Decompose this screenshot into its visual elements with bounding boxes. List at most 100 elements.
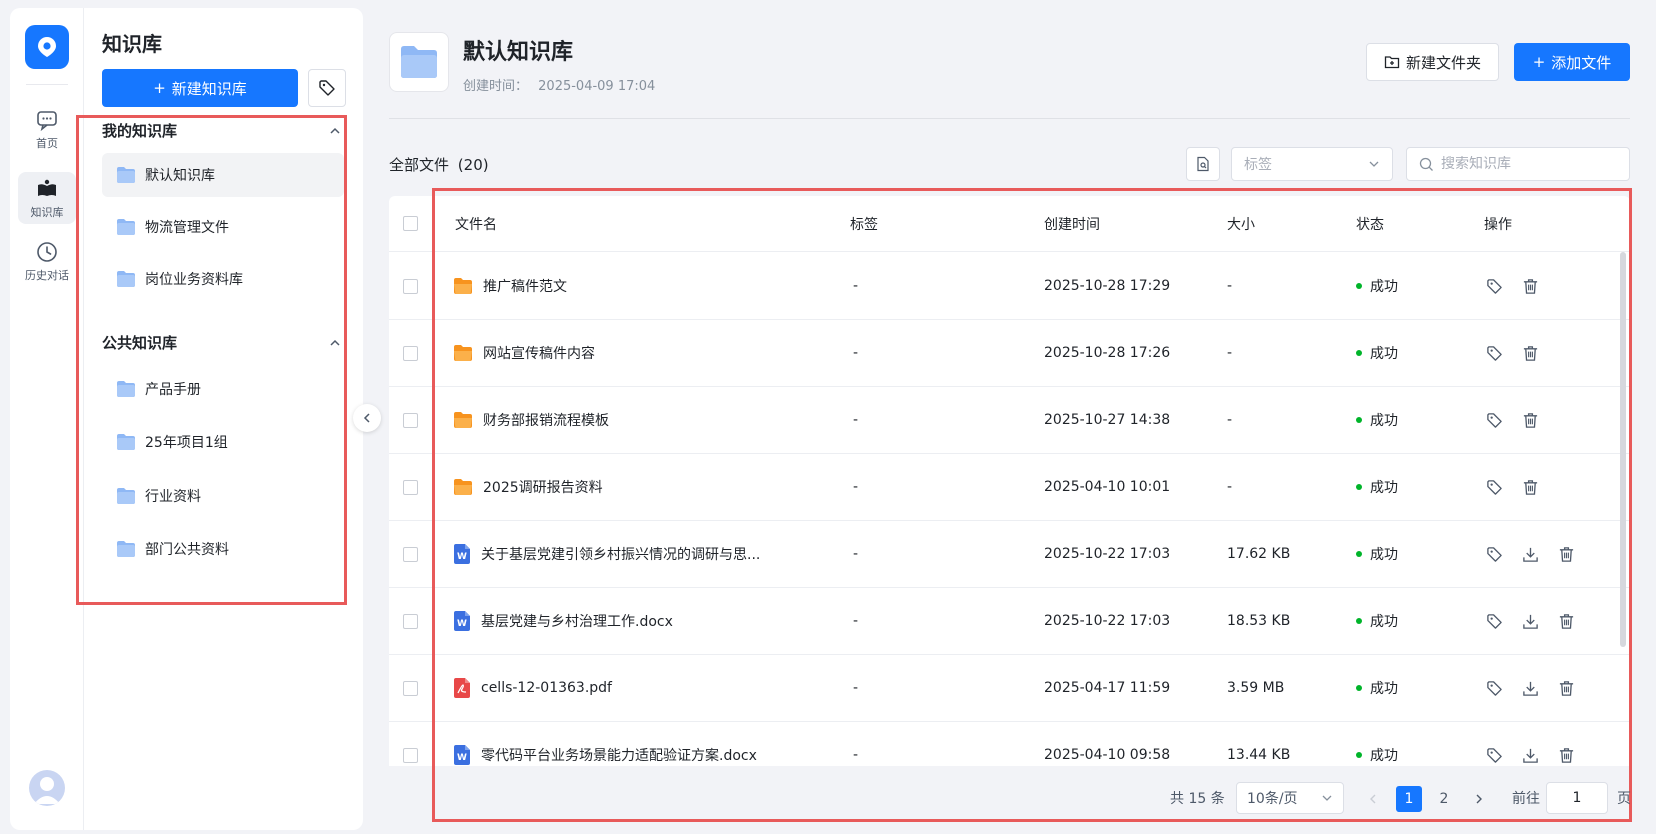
rail-divider — [26, 84, 68, 85]
search-box[interactable] — [1406, 147, 1630, 181]
user-avatar[interactable] — [29, 770, 65, 806]
tag-manage-button[interactable] — [308, 69, 346, 107]
tag-select-placeholder: 标签 — [1244, 157, 1272, 173]
nav-item-home[interactable]: 首页 — [18, 103, 76, 155]
avatar-icon — [34, 777, 60, 804]
kb-item-default[interactable]: 默认知识库 — [102, 153, 344, 197]
kb-item-label: 岗位业务资料库 — [145, 272, 243, 288]
folder-icon — [117, 271, 135, 287]
goto-page-input[interactable] — [1546, 782, 1608, 814]
new-knowledge-base-label: 新建知识库 — [171, 79, 247, 98]
add-file-button[interactable]: + 添加文件 — [1514, 43, 1630, 81]
chevron-up-icon — [330, 127, 340, 134]
row-checkbox[interactable] — [403, 412, 418, 428]
book-icon — [38, 179, 56, 196]
collapse-sidebar-button[interactable] — [353, 404, 381, 432]
page-button-2[interactable]: 2 — [1431, 786, 1457, 812]
row-select-cell — [403, 722, 418, 766]
nav-label-history: 历史对话 — [25, 268, 69, 282]
new-folder-label: 新建文件夹 — [1405, 53, 1481, 72]
chevron-down-icon — [1369, 161, 1379, 167]
public-knowledge-title: 公共知识库 — [102, 334, 178, 352]
kb-item-department[interactable]: 部门公共资料 — [102, 527, 344, 571]
chevron-down-icon — [1322, 795, 1332, 801]
knowledge-sidebar: 知识库 + 新建知识库 我的知识库 默认知识库 物流管理文件 岗位业务资料库 公… — [76, 8, 363, 830]
add-file-label: 添加文件 — [1551, 53, 1612, 72]
tag-filter-select[interactable]: 标签 — [1231, 147, 1393, 181]
page-title: 默认知识库 — [463, 40, 574, 65]
row-checkbox[interactable] — [403, 546, 418, 562]
plus-icon: + — [153, 79, 166, 97]
kb-item-label: 默认知识库 — [145, 168, 215, 184]
all-files-label: 全部文件 (20) — [389, 154, 489, 175]
kb-item-product-manual[interactable]: 产品手册 — [102, 367, 344, 411]
prev-page-button[interactable] — [1360, 786, 1386, 812]
folder-icon — [117, 434, 135, 450]
plus-icon: + — [1532, 53, 1546, 71]
kb-item-label: 部门公共资料 — [145, 542, 229, 558]
new-folder-button[interactable]: 新建文件夹 — [1366, 43, 1499, 81]
folder-icon — [117, 167, 135, 183]
file-filter-button[interactable] — [1186, 147, 1220, 181]
row-select-cell — [403, 588, 418, 654]
kb-item-industry[interactable]: 行业资料 — [102, 474, 344, 518]
row-checkbox[interactable] — [403, 278, 418, 294]
chat-icon — [37, 110, 57, 131]
row-select-cell — [403, 320, 418, 386]
folder-icon — [401, 46, 437, 78]
logo-icon — [38, 37, 56, 57]
pagination-total: 共 15 条 — [1170, 791, 1225, 807]
folder-icon — [117, 541, 135, 557]
my-knowledge-section[interactable]: 我的知识库 — [102, 120, 342, 141]
folder-plus-icon — [1384, 56, 1400, 69]
clock-icon — [37, 241, 57, 262]
kb-item-logistics[interactable]: 物流管理文件 — [102, 205, 344, 249]
chevron-up-icon — [330, 339, 340, 346]
kb-item-positions[interactable]: 岗位业务资料库 — [102, 257, 344, 301]
nav-label-knowledge: 知识库 — [30, 205, 64, 219]
row-select-cell — [403, 655, 418, 721]
row-checkbox[interactable] — [403, 613, 418, 629]
my-knowledge-title: 我的知识库 — [102, 122, 178, 140]
row-select-cell — [403, 253, 418, 319]
row-select-cell — [403, 521, 418, 587]
kb-item-label: 25年项目1组 — [145, 435, 228, 451]
sidebar-title: 知识库 — [102, 32, 162, 56]
file-table-highlight — [432, 188, 1632, 822]
nav-item-history[interactable]: 历史对话 — [18, 235, 76, 287]
row-select-cell — [403, 387, 418, 453]
header-divider — [389, 118, 1630, 119]
kb-item-project-group[interactable]: 25年项目1组 — [102, 420, 344, 464]
chevron-left-icon — [1370, 794, 1376, 804]
kb-item-label: 产品手册 — [145, 382, 201, 398]
page-size-value: 10条/页 — [1247, 791, 1298, 807]
file-count: (20) — [457, 156, 489, 174]
all-files-text: 全部文件 — [389, 156, 450, 174]
page-size-select[interactable]: 10条/页 — [1236, 782, 1344, 814]
row-checkbox[interactable] — [403, 345, 418, 361]
new-knowledge-base-button[interactable]: + 新建知识库 — [102, 69, 298, 107]
page-button-1[interactable]: 1 — [1396, 786, 1422, 812]
file-search-icon — [1197, 156, 1209, 172]
nav-rail: 首页 知识库 历史对话 — [10, 8, 84, 830]
row-checkbox[interactable] — [403, 747, 418, 763]
search-input[interactable] — [1441, 156, 1611, 172]
app-logo[interactable] — [25, 25, 69, 69]
row-checkbox[interactable] — [403, 680, 418, 696]
select-all-cell — [403, 196, 418, 251]
folder-icon — [117, 219, 135, 235]
knowledge-base-icon — [389, 32, 449, 92]
search-icon — [1419, 157, 1433, 171]
next-page-button[interactable] — [1466, 786, 1492, 812]
page-suffix: 页 — [1617, 791, 1631, 807]
select-all-checkbox[interactable] — [403, 216, 418, 231]
created-time: 创建时间： 2025-04-09 17:04 — [463, 75, 655, 94]
kb-item-label: 物流管理文件 — [145, 220, 229, 236]
tag-icon — [319, 80, 335, 96]
goto-label: 前往 — [1512, 791, 1540, 807]
chevron-right-icon — [1476, 794, 1482, 804]
row-select-cell — [403, 454, 418, 520]
row-checkbox[interactable] — [403, 479, 418, 495]
public-knowledge-section[interactable]: 公共知识库 — [102, 332, 342, 353]
nav-item-knowledge[interactable]: 知识库 — [18, 172, 76, 224]
